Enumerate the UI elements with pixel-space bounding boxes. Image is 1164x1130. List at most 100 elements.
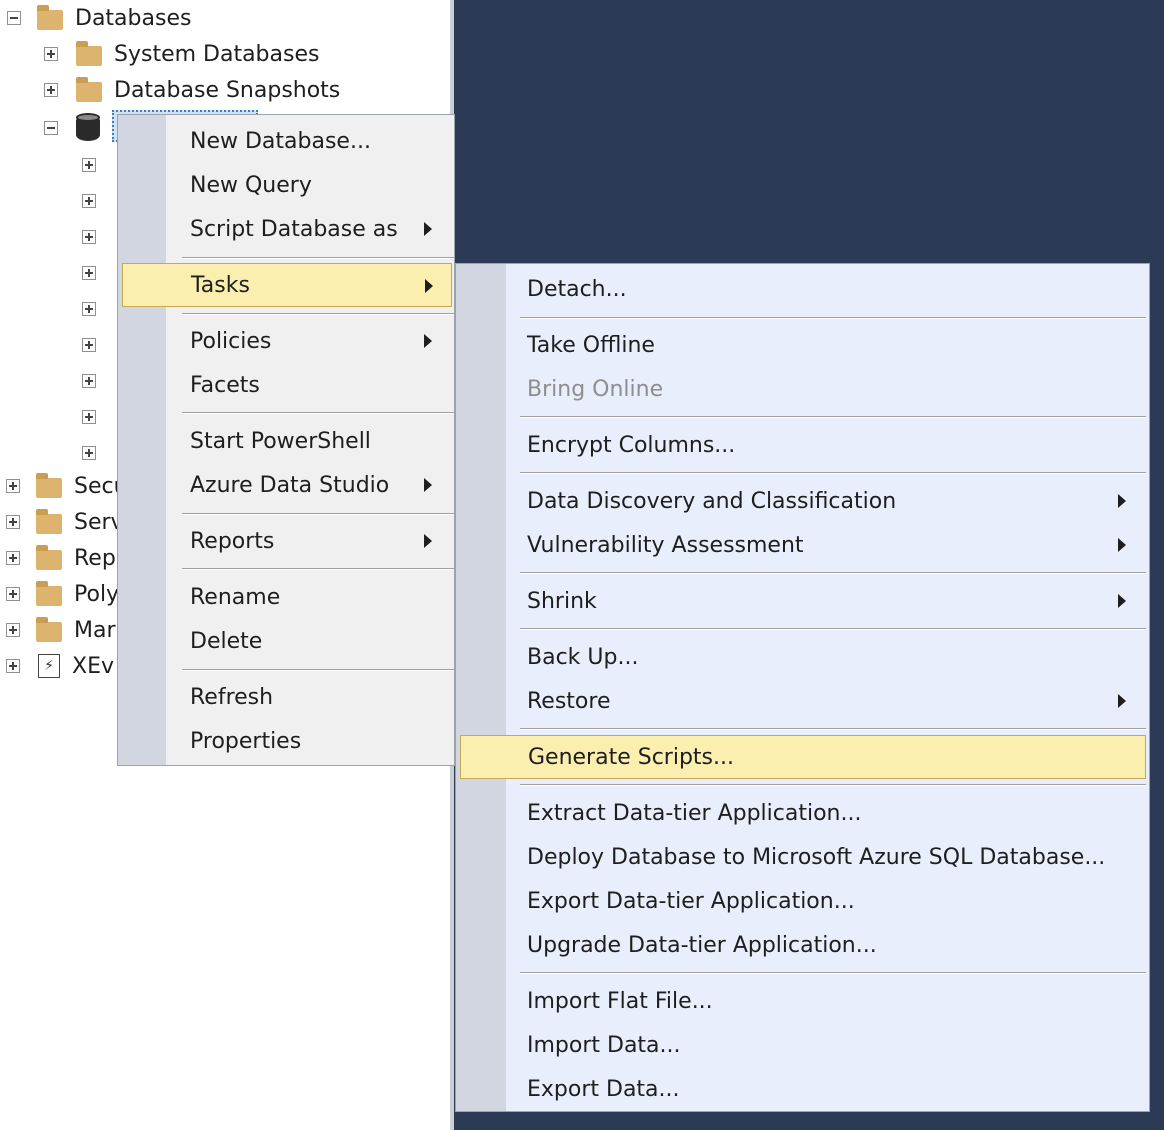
tree-node-label: System Databases	[114, 41, 320, 67]
expand-toggle-icon[interactable]	[6, 623, 20, 637]
tree-node-child[interactable]	[82, 183, 96, 219]
menu-item-rename[interactable]: Rename	[122, 575, 452, 619]
tree-node-management[interactable]: Mar	[6, 612, 116, 648]
menu-item-properties[interactable]: Properties	[122, 719, 452, 763]
tree-node-child[interactable]	[82, 399, 96, 435]
folder-icon	[36, 580, 62, 606]
expand-toggle-icon[interactable]	[44, 83, 58, 97]
menu-item-script-database-as[interactable]: Script Database as	[122, 207, 452, 251]
tree-node-xevent-profiler[interactable]: ⚡ XEv	[6, 648, 114, 684]
tree-node-server-objects[interactable]: Serv	[6, 504, 124, 540]
tree-node-label: Mar	[74, 617, 116, 643]
submenu-arrow-icon	[425, 279, 433, 293]
menu-item-label: Import Data...	[527, 1032, 681, 1058]
menu-item-label: Refresh	[190, 684, 274, 710]
submenu-arrow-icon	[1118, 538, 1126, 552]
tree-node-child[interactable]	[82, 435, 96, 471]
menu-item-export-data[interactable]: Export Data...	[460, 1067, 1146, 1111]
tree-node-child[interactable]	[82, 363, 96, 399]
menu-item-restore[interactable]: Restore	[460, 679, 1146, 723]
menu-separator	[182, 513, 454, 515]
tree-node-child[interactable]	[82, 219, 96, 255]
menu-item-label: Encrypt Columns...	[527, 432, 736, 458]
menu-item-shrink[interactable]: Shrink	[460, 579, 1146, 623]
expand-toggle-icon[interactable]	[6, 551, 20, 565]
tree-node-selected-database[interactable]	[44, 110, 100, 146]
menu-separator	[520, 572, 1146, 574]
expand-toggle-icon[interactable]	[44, 47, 58, 61]
menu-item-label: Shrink	[527, 588, 597, 614]
menu-item-detach[interactable]: Detach...	[460, 267, 1146, 311]
menu-item-data-discovery[interactable]: Data Discovery and Classification	[460, 479, 1146, 523]
tree-node-label: XEv	[72, 653, 114, 679]
expand-toggle-icon[interactable]	[6, 479, 20, 493]
tree-node-label: Database Snapshots	[114, 77, 341, 103]
collapse-toggle-icon[interactable]	[44, 121, 58, 135]
expand-toggle-icon[interactable]	[82, 410, 96, 424]
menu-item-label: Facets	[190, 372, 260, 398]
expand-toggle-icon[interactable]	[82, 338, 96, 352]
tree-node-replication[interactable]: Rep	[6, 540, 116, 576]
expand-toggle-icon[interactable]	[82, 158, 96, 172]
menu-item-azure-data-studio[interactable]: Azure Data Studio	[122, 463, 452, 507]
menu-item-reports[interactable]: Reports	[122, 519, 452, 563]
menu-item-import-data[interactable]: Import Data...	[460, 1023, 1146, 1067]
expand-toggle-icon[interactable]	[82, 266, 96, 280]
menu-item-generate-scripts[interactable]: Generate Scripts...	[460, 735, 1146, 779]
menu-item-facets[interactable]: Facets	[122, 363, 452, 407]
menu-item-start-powershell[interactable]: Start PowerShell	[122, 419, 452, 463]
expand-toggle-icon[interactable]	[82, 374, 96, 388]
menu-item-delete[interactable]: Delete	[122, 619, 452, 663]
menu-item-label: Generate Scripts...	[528, 744, 734, 770]
menu-item-extract-data-tier[interactable]: Extract Data-tier Application...	[460, 791, 1146, 835]
menu-item-export-data-tier[interactable]: Export Data-tier Application...	[460, 879, 1146, 923]
xevent-icon: ⚡	[38, 654, 60, 678]
tree-node-child[interactable]	[82, 147, 96, 183]
menu-item-take-offline[interactable]: Take Offline	[460, 323, 1146, 367]
tree-node-child[interactable]	[82, 327, 96, 363]
tree-node-child[interactable]	[82, 255, 96, 291]
submenu-arrow-icon	[424, 478, 432, 492]
database-icon	[76, 113, 100, 143]
menu-item-new-database[interactable]: New Database...	[122, 119, 452, 163]
expand-toggle-icon[interactable]	[6, 659, 20, 673]
collapse-toggle-icon[interactable]	[7, 11, 21, 25]
menu-item-policies[interactable]: Policies	[122, 319, 452, 363]
expand-toggle-icon[interactable]	[82, 230, 96, 244]
tree-node-polybase[interactable]: Poly	[6, 576, 119, 612]
menu-item-encrypt-columns[interactable]: Encrypt Columns...	[460, 423, 1146, 467]
folder-icon	[36, 508, 62, 534]
expand-toggle-icon[interactable]	[82, 194, 96, 208]
folder-icon	[37, 4, 63, 30]
expand-toggle-icon[interactable]	[82, 446, 96, 460]
tree-node-child[interactable]	[82, 291, 96, 327]
expand-toggle-icon[interactable]	[6, 587, 20, 601]
menu-item-label: Extract Data-tier Application...	[527, 800, 862, 826]
menu-item-label: Bring Online	[527, 376, 664, 402]
menu-item-upgrade-data-tier[interactable]: Upgrade Data-tier Application...	[460, 923, 1146, 967]
menu-item-import-flat-file[interactable]: Import Flat File...	[460, 979, 1146, 1023]
menu-item-refresh[interactable]: Refresh	[122, 675, 452, 719]
menu-item-back-up[interactable]: Back Up...	[460, 635, 1146, 679]
expand-toggle-icon[interactable]	[82, 302, 96, 316]
tasks-submenu: Detach... Take Offline Bring Online Encr…	[455, 263, 1150, 1112]
menu-item-label: New Query	[190, 172, 312, 198]
tree-node-label: Databases	[75, 5, 192, 31]
submenu-arrow-icon	[424, 334, 432, 348]
submenu-arrow-icon	[1118, 694, 1126, 708]
submenu-arrow-icon	[424, 222, 432, 236]
menu-item-new-query[interactable]: New Query	[122, 163, 452, 207]
folder-icon	[76, 40, 102, 66]
menu-separator	[520, 784, 1146, 786]
menu-item-label: New Database...	[190, 128, 371, 154]
menu-item-deploy-to-azure[interactable]: Deploy Database to Microsoft Azure SQL D…	[460, 835, 1146, 879]
tree-node-security[interactable]: Secu	[6, 468, 128, 504]
menu-item-tasks[interactable]: Tasks	[122, 263, 452, 307]
menu-item-vulnerability-assessment[interactable]: Vulnerability Assessment	[460, 523, 1146, 567]
menu-item-label: Vulnerability Assessment	[527, 532, 804, 558]
menu-item-label: Import Flat File...	[527, 988, 713, 1014]
tree-node-database-snapshots[interactable]: Database Snapshots	[44, 72, 340, 108]
tree-node-system-databases[interactable]: System Databases	[44, 36, 319, 72]
expand-toggle-icon[interactable]	[6, 515, 20, 529]
tree-node-databases[interactable]: Databases	[7, 0, 191, 36]
